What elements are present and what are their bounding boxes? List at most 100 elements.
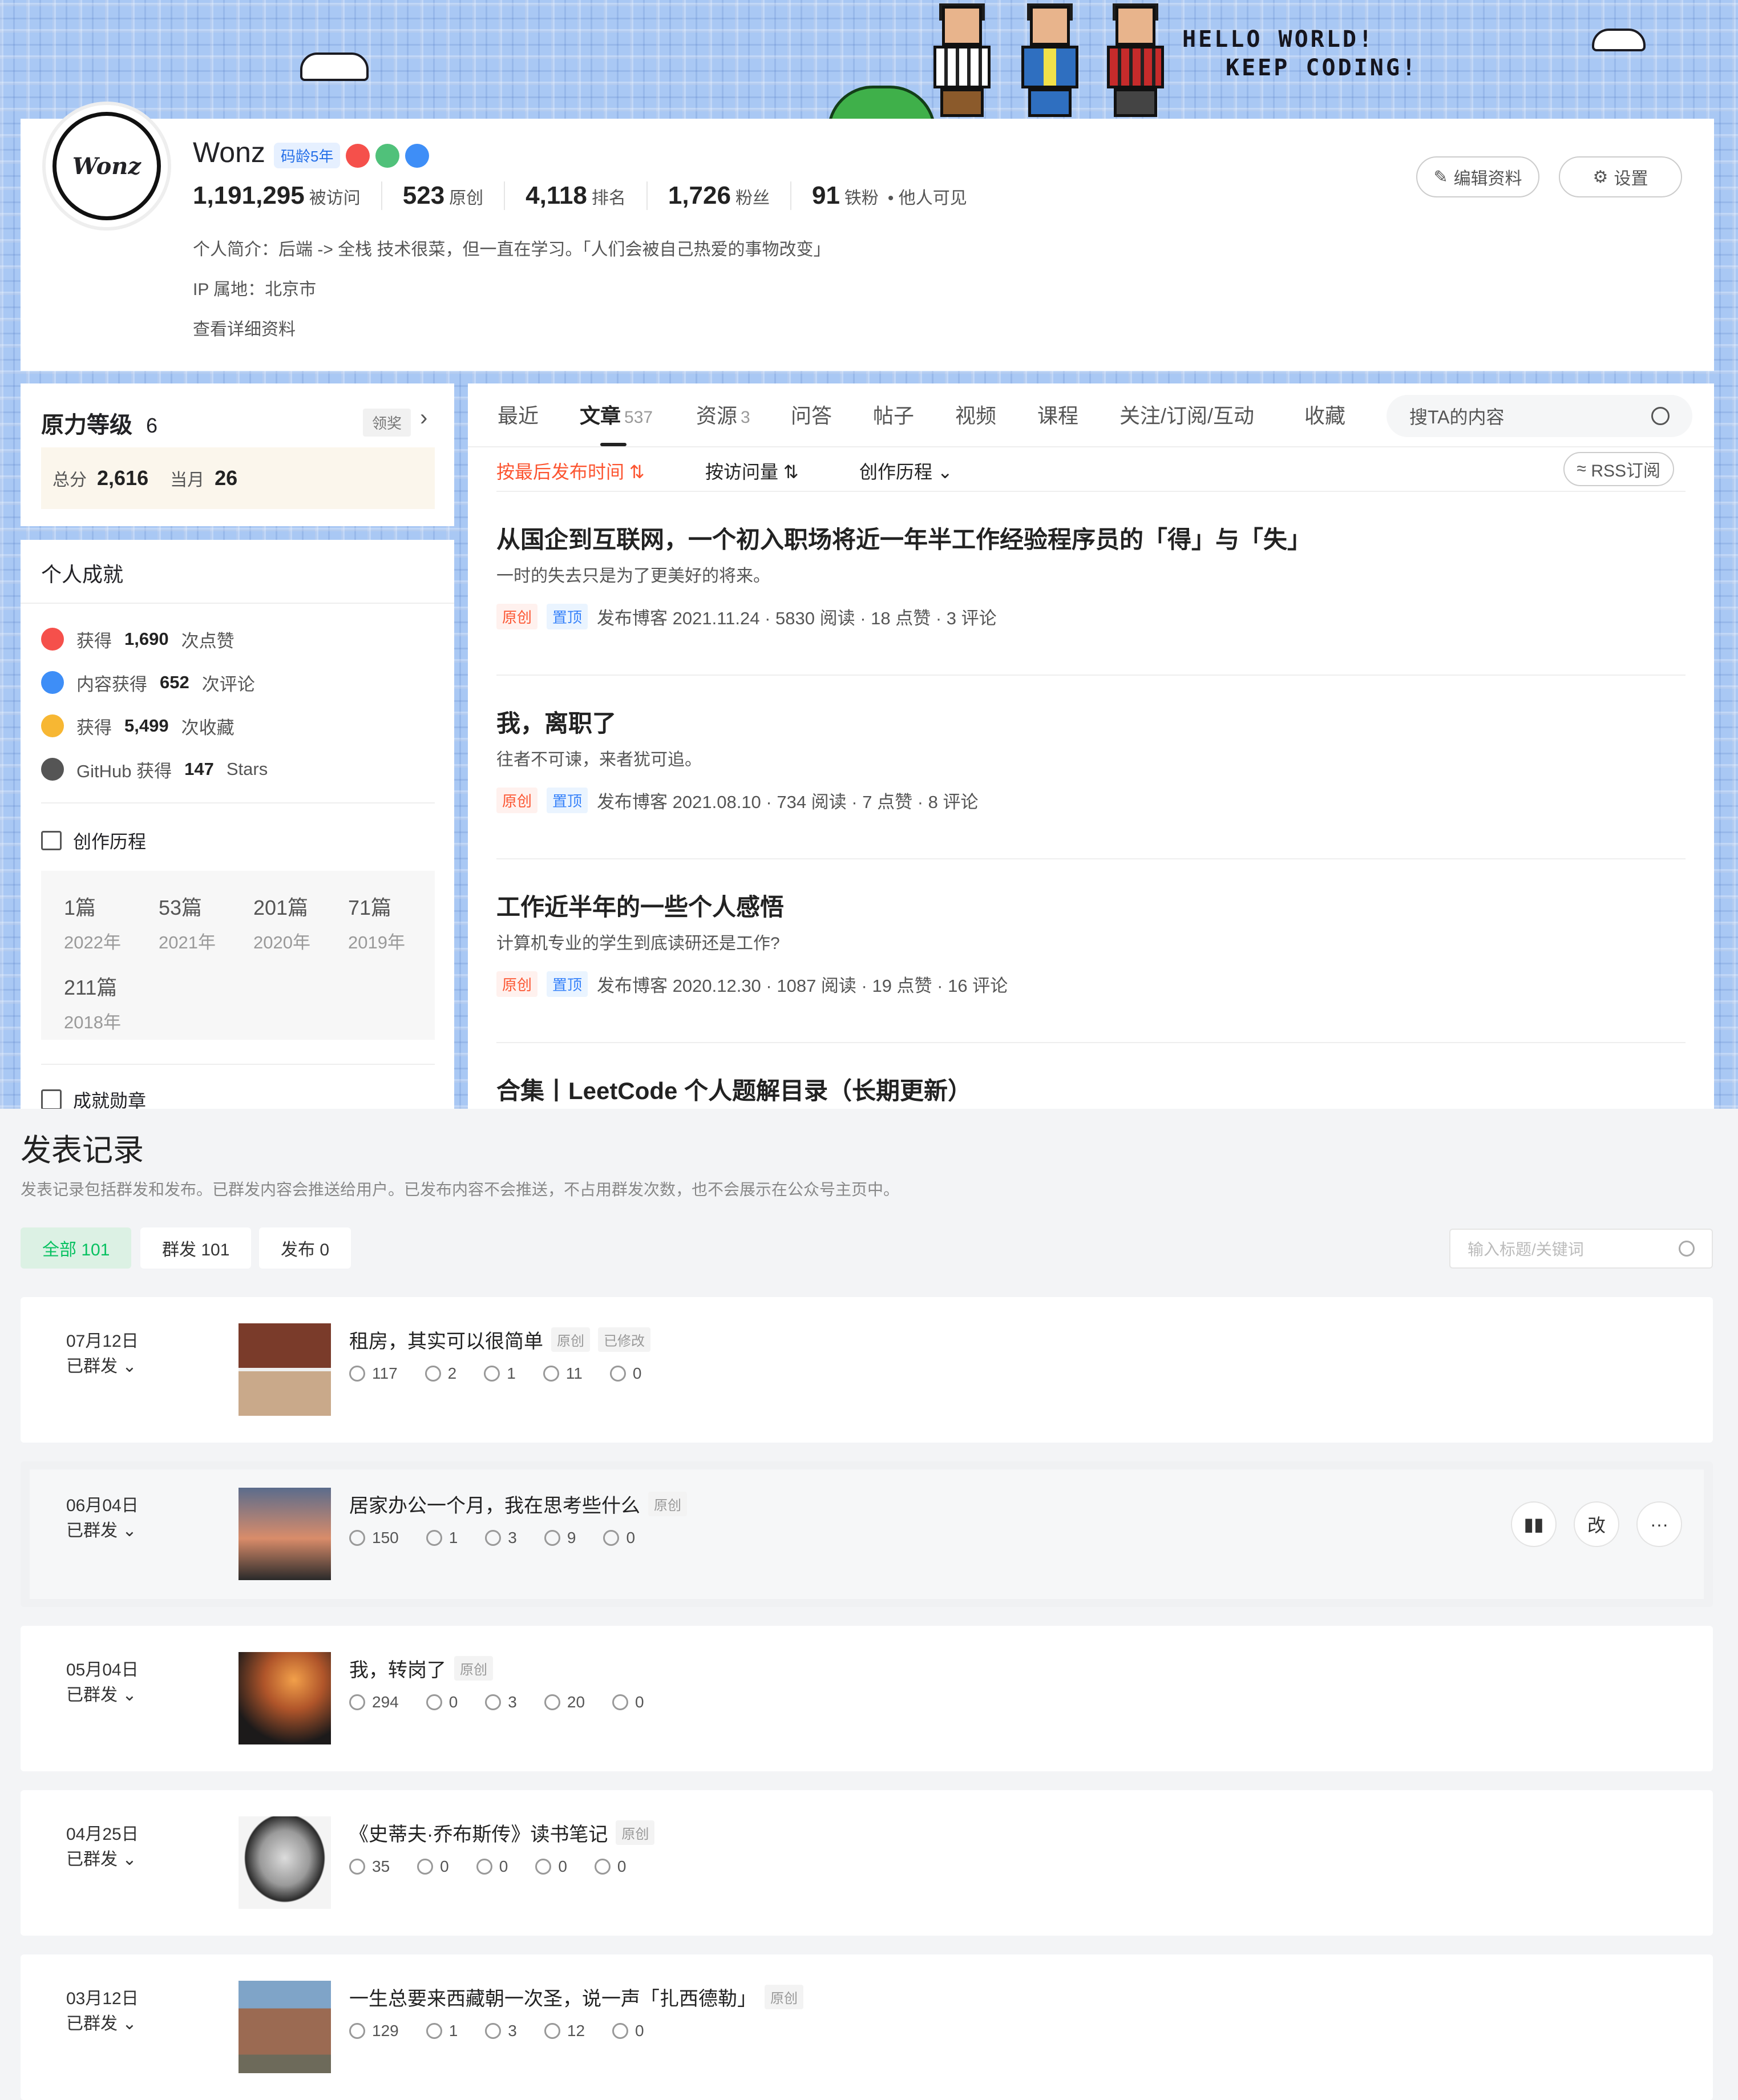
sort-by-time[interactable]: 按最后发布时间 ⇅ xyxy=(496,458,645,484)
filter-publish[interactable]: 发布 0 xyxy=(259,1227,351,1269)
tab-favorites[interactable]: 收藏 xyxy=(1304,399,1345,429)
tab-courses[interactable]: 课程 xyxy=(1037,399,1078,429)
record-thumbnail[interactable] xyxy=(239,1323,331,1416)
record-stats: 117 2 1 11 0 xyxy=(349,1364,641,1383)
tab-videos[interactable]: 视频 xyxy=(955,399,996,429)
search-icon[interactable] xyxy=(1651,407,1670,425)
visibility-dropdown[interactable]: • 他人可见 xyxy=(888,184,967,209)
green-badge-icon[interactable] xyxy=(375,143,400,168)
blue-badge-icon[interactable] xyxy=(405,143,430,168)
record-stats: 150 1 3 9 0 xyxy=(349,1529,635,1547)
year-item[interactable]: 201篇 2020年 xyxy=(253,891,310,954)
forward-icon xyxy=(612,2023,629,2039)
record-title[interactable]: 租房，其实可以很简单 原创 已修改 xyxy=(349,1326,650,1354)
record-thumbnail[interactable] xyxy=(239,1488,331,1580)
gear-icon: ⚙ xyxy=(1593,167,1608,187)
like-icon xyxy=(543,1366,559,1382)
article-meta: 原创 置顶 发布博客 2021.11.24 · 5830 阅读 · 18 点赞 · … xyxy=(496,604,997,629)
rss-button[interactable]: ≈ RSS订阅 xyxy=(1563,452,1674,486)
record-item[interactable]: 06月04日 已群发 ⌄ 居家办公一个月，我在思考些什么 原创 150 1 3 9… xyxy=(21,1461,1713,1607)
comment-icon xyxy=(485,1530,502,1546)
stats-chart-button[interactable]: ▮▮ xyxy=(1511,1501,1557,1547)
record-status-dropdown[interactable]: 已群发 ⌄ xyxy=(66,1516,136,1541)
profile-search-input[interactable]: 搜TA的内容 xyxy=(1387,395,1692,437)
tab-posts[interactable]: 帖子 xyxy=(873,399,914,429)
comment-icon xyxy=(484,1366,500,1382)
article-title[interactable]: 从国企到互联网，一个初入职场将近一年半工作经验程序员的「得」与「失」 xyxy=(496,520,1311,555)
article-item[interactable]: 从国企到互联网，一个初入职场将近一年半工作经验程序员的「得」与「失」 一时的失去… xyxy=(496,492,1686,676)
year-item[interactable]: 1篇 2022年 xyxy=(64,891,121,954)
record-stats: 294 0 3 20 0 xyxy=(349,1693,644,1711)
badges-title[interactable]: 成就勋章 xyxy=(41,1087,146,1109)
sort-row: 按最后发布时间 ⇅ 按访问量 ⇅ 创作历程 ⌄ ≈ RSS订阅 xyxy=(496,452,1686,492)
achievement-likes: 获得 1,690 次点赞 xyxy=(41,617,268,661)
stat-fans[interactable]: 1,726 粉丝 xyxy=(646,181,790,210)
share-icon xyxy=(426,2023,442,2039)
search-icon[interactable] xyxy=(1679,1241,1695,1257)
stat-original[interactable]: 523 原创 xyxy=(381,181,504,210)
avatar[interactable]: Wonz xyxy=(42,102,171,231)
tab-articles[interactable]: 文章 537 xyxy=(580,399,653,429)
record-status-dropdown[interactable]: 已群发 ⌄ xyxy=(66,2009,136,2034)
year-item[interactable]: 53篇 2021年 xyxy=(159,891,216,954)
record-item[interactable]: 03月12日 已群发 ⌄ 一生总要来西藏朝一次圣，说一声「扎西德勒」 原创 129… xyxy=(21,1954,1713,2100)
tab-recent[interactable]: 最近 xyxy=(498,399,539,429)
article-title[interactable]: 工作近半年的一些个人感悟 xyxy=(496,888,784,923)
sort-by-views[interactable]: 按访问量 ⇅ xyxy=(705,458,799,484)
stat-visits[interactable]: 1,191,295 被访问 xyxy=(193,181,381,210)
settings-button[interactable]: ⚙ 设置 xyxy=(1559,156,1682,197)
chevron-right-icon[interactable]: › xyxy=(420,405,427,431)
record-title[interactable]: 居家办公一个月，我在思考些什么 原创 xyxy=(349,1490,687,1518)
stat-iron-fans[interactable]: 91 铁粉 xyxy=(790,181,899,210)
profile-card: Wonz Wonz 码龄5年 1,191,295 被访问 523 原创 4,118 排… xyxy=(21,102,1714,371)
record-thumbnail[interactable] xyxy=(239,1652,331,1744)
banner-slogan: HELLO WORLD! KEEP CODING! xyxy=(1182,26,1418,81)
pixel-character xyxy=(1101,3,1170,117)
article-item[interactable]: 工作近半年的一些个人感悟 计算机专业的学生到底读研还是工作? 原创 置顶 发布博客 … xyxy=(496,859,1686,1043)
record-status-dropdown[interactable]: 已群发 ⌄ xyxy=(66,1845,136,1870)
tab-qa[interactable]: 问答 xyxy=(791,399,832,429)
creation-history-dropdown[interactable]: 创作历程 ⌄ xyxy=(859,458,953,484)
tab-resources[interactable]: 资源 3 xyxy=(696,399,750,429)
record-thumbnail[interactable] xyxy=(239,1981,331,2073)
article-item[interactable]: 我，离职了 往者不可谏，来者犹可追。 原创 置顶 发布博客 2021.08.10 ·… xyxy=(496,676,1686,859)
article-meta: 原创 置顶 发布博客 2020.12.30 · 1087 阅读 · 19 点赞 · … xyxy=(496,971,1008,997)
edit-profile-button[interactable]: ✎ 编辑资料 xyxy=(1416,156,1539,197)
view-details-link[interactable]: 查看详细资料 xyxy=(193,315,296,340)
like-icon xyxy=(544,2023,560,2039)
record-title[interactable]: 我，转岗了 原创 xyxy=(349,1654,493,1682)
year-item[interactable]: 71篇 2019年 xyxy=(348,891,405,954)
edit-record-button[interactable]: 改 xyxy=(1574,1501,1619,1547)
share-icon xyxy=(417,1859,434,1875)
record-title[interactable]: 一生总要来西藏朝一次圣，说一声「扎西德勒」 原创 xyxy=(349,1983,803,2011)
more-actions-button[interactable]: ··· xyxy=(1636,1501,1682,1547)
share-icon xyxy=(426,1694,442,1710)
like-icon xyxy=(544,1530,560,1546)
record-title[interactable]: 《史蒂夫·乔布斯传》读书笔记 原创 xyxy=(349,1819,655,1847)
article-title[interactable]: 合集丨LeetCode 个人题解目录（长期更新） xyxy=(496,1072,972,1106)
achievements-title: 个人成就 xyxy=(41,563,124,586)
filter-mass-send[interactable]: 群发 101 xyxy=(140,1227,252,1269)
profile-name: Wonz xyxy=(193,136,265,168)
hot-badge-icon[interactable] xyxy=(346,143,370,168)
record-item[interactable]: 07月12日 已群发 ⌄ 租房，其实可以很简单 原创 已修改 117 2 1 11 … xyxy=(21,1297,1713,1443)
record-item[interactable]: 05月04日 已群发 ⌄ 我，转岗了 原创 294 0 3 20 0 xyxy=(21,1626,1713,1771)
article-title[interactable]: 我，离职了 xyxy=(496,704,616,739)
like-icon xyxy=(544,1694,560,1710)
year-item[interactable]: 211篇 2018年 xyxy=(64,971,121,1033)
record-thumbnail[interactable] xyxy=(239,1816,331,1909)
filter-all[interactable]: 全部 101 xyxy=(21,1227,132,1269)
stat-rank[interactable]: 4,118 排名 xyxy=(504,181,646,210)
code-age-badge[interactable]: 码龄5年 xyxy=(274,143,341,168)
article-item[interactable]: 合集丨LeetCode 个人题解目录（长期更新） xyxy=(496,1043,1686,1109)
record-status-dropdown[interactable]: 已群发 ⌄ xyxy=(66,1352,136,1377)
record-item[interactable]: 04月25日 已群发 ⌄ 《史蒂夫·乔布斯传》读书笔记 原创 35 0 0 0 0 xyxy=(21,1790,1713,1936)
record-status-dropdown[interactable]: 已群发 ⌄ xyxy=(66,1681,136,1706)
achievement-github: GitHub 获得 147 Stars xyxy=(41,748,268,791)
tab-follow[interactable]: 关注/订阅/互动 xyxy=(1119,399,1254,429)
record-search-input[interactable]: 输入标题/关键词 xyxy=(1449,1229,1713,1269)
cloud-decoration xyxy=(300,52,369,81)
achievement-comments: 内容获得 652 次评论 xyxy=(41,661,268,704)
eye-icon xyxy=(349,1859,365,1875)
claim-reward-button[interactable]: 领奖 xyxy=(363,409,411,437)
